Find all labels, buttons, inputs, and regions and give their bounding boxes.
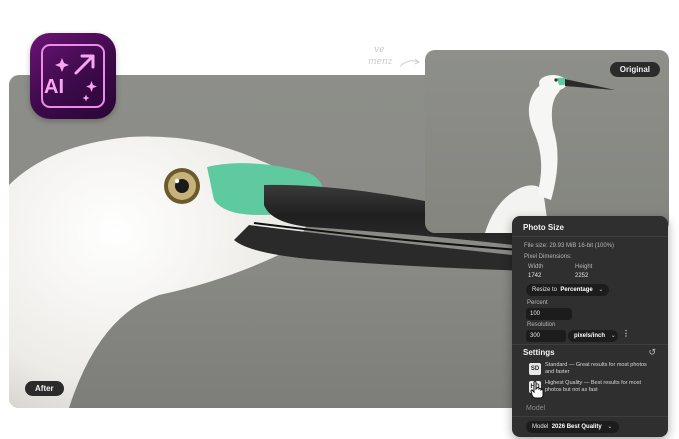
- option-standard[interactable]: Standard — Great results for most photos…: [545, 362, 657, 376]
- resolution-input[interactable]: 300: [526, 330, 566, 342]
- width-label: Width: [528, 264, 544, 270]
- height-label: Height: [575, 264, 593, 270]
- sparkle-upscale-icon: [55, 54, 97, 102]
- resize-to-value: Percentage: [560, 287, 593, 293]
- divider: [512, 416, 668, 417]
- resolution-unit-dropdown[interactable]: pixels/inch ⌄: [568, 330, 618, 342]
- resolution-label: Resolution: [527, 322, 556, 328]
- percent-input[interactable]: 100: [526, 308, 572, 320]
- arrow-icon: [399, 58, 420, 67]
- app-icon-label: AI: [44, 76, 64, 98]
- chevron-down-icon: ⌄: [607, 424, 613, 430]
- divider: [512, 344, 668, 345]
- resolution-unit-value: pixels/inch: [574, 333, 606, 339]
- height-value: 2252: [575, 273, 589, 279]
- app-icon: AI: [30, 33, 116, 119]
- original-image: Original: [425, 50, 669, 233]
- resize-to-label: Resize to: [532, 287, 558, 293]
- after-badge: After: [25, 381, 64, 396]
- model-dropdown[interactable]: Model 2026 Best Quality ⌄: [526, 421, 619, 433]
- pixel-dimensions-label: Pixel Dimensions:: [524, 254, 572, 260]
- hand-cursor-icon: [530, 381, 544, 399]
- model-value: 2026 Best Quality: [551, 424, 602, 430]
- divider: [512, 236, 668, 237]
- original-badge: Original: [609, 62, 660, 77]
- more-options-icon[interactable]: ⋮: [622, 329, 630, 338]
- model-label: Model: [532, 424, 549, 430]
- photo-size-title: Photo Size: [523, 223, 564, 232]
- model-heading: Model: [526, 405, 546, 412]
- file-size-text: File size: 29.93 MiB 16-bit (100%): [524, 243, 615, 249]
- settings-title: Settings: [523, 348, 555, 357]
- resize-to-dropdown[interactable]: Resize to Percentage ⌄: [526, 284, 609, 296]
- annotation-line-1: ve: [374, 45, 385, 55]
- option-highest-quality[interactable]: Highest Quality — Best results for most …: [545, 380, 657, 394]
- chevron-down-icon: ⌄: [598, 287, 604, 293]
- egret-full-image: [485, 75, 615, 233]
- sd-badge-icon[interactable]: SD: [529, 363, 541, 375]
- width-value: 1742: [528, 273, 542, 279]
- chevron-down-icon: ⌄: [610, 333, 616, 339]
- annotation-line-2: menz: [368, 57, 393, 67]
- reset-icon[interactable]: ↺: [648, 347, 656, 358]
- photo-size-panel: Photo Size File size: 29.93 MiB 16-bit (…: [512, 216, 668, 437]
- percent-label: Percent: [527, 300, 548, 306]
- handwritten-annotation: ve menz: [368, 44, 420, 68]
